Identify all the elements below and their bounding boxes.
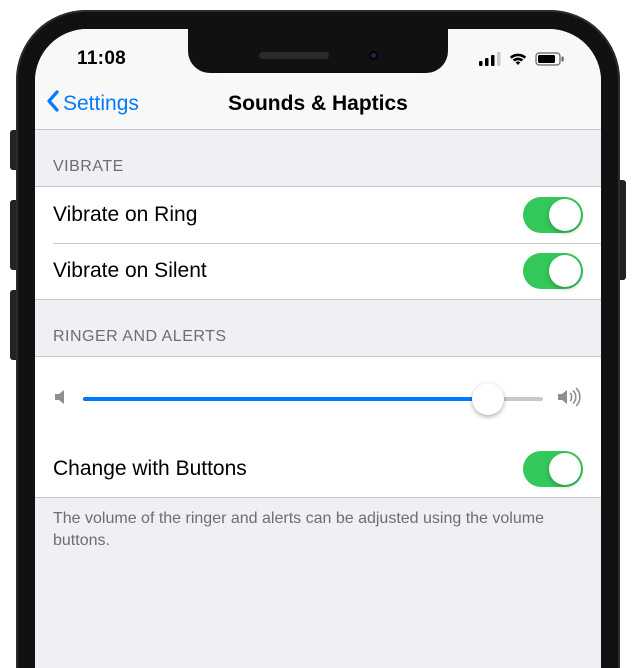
screen: 11:08 (35, 29, 601, 668)
battery-icon (535, 52, 565, 66)
back-button[interactable]: Settings (45, 79, 139, 129)
toggle-vibrate-on-ring[interactable] (523, 197, 583, 233)
notch (198, 37, 438, 73)
status-time: 11:08 (77, 48, 126, 70)
page-title: Sounds & Haptics (228, 92, 408, 116)
label-vibrate-on-ring: Vibrate on Ring (53, 203, 197, 227)
section-footer-ringer: The volume of the ringer and alerts can … (35, 498, 601, 569)
label-change-with-buttons: Change with Buttons (53, 457, 247, 481)
phone-frame: 11:08 (16, 10, 620, 668)
earpiece-speaker (259, 52, 329, 59)
toggle-vibrate-on-silent[interactable] (523, 253, 583, 289)
front-camera (369, 51, 378, 60)
volume-up-physical (10, 200, 16, 270)
chevron-left-icon (45, 89, 61, 119)
back-label: Settings (63, 92, 139, 116)
volume-low-icon (53, 388, 69, 411)
volume-high-icon (557, 387, 583, 412)
section-header-vibrate: VIBRATE (35, 130, 601, 186)
group-ringer: Change with Buttons (35, 356, 601, 498)
ringer-volume-slider[interactable] (83, 383, 543, 415)
slider-thumb[interactable] (472, 383, 504, 415)
label-vibrate-on-silent: Vibrate on Silent (53, 259, 207, 283)
section-header-ringer: RINGER AND ALERTS (35, 300, 601, 356)
side-button-physical (620, 180, 626, 280)
status-icons (479, 52, 565, 66)
group-vibrate: Vibrate on Ring Vibrate on Silent (35, 186, 601, 300)
cellular-signal-icon (479, 52, 501, 66)
settings-content: VIBRATE Vibrate on Ring Vibrate on Silen… (35, 130, 601, 569)
mute-switch-physical (10, 130, 16, 170)
row-vibrate-on-ring[interactable]: Vibrate on Ring (35, 187, 601, 243)
wifi-icon (508, 52, 528, 66)
row-change-with-buttons[interactable]: Change with Buttons (35, 441, 601, 497)
nav-bar: Settings Sounds & Haptics (35, 79, 601, 130)
row-ringer-volume-slider[interactable] (35, 357, 601, 441)
toggle-change-with-buttons[interactable] (523, 451, 583, 487)
volume-down-physical (10, 290, 16, 360)
row-vibrate-on-silent[interactable]: Vibrate on Silent (35, 243, 601, 299)
